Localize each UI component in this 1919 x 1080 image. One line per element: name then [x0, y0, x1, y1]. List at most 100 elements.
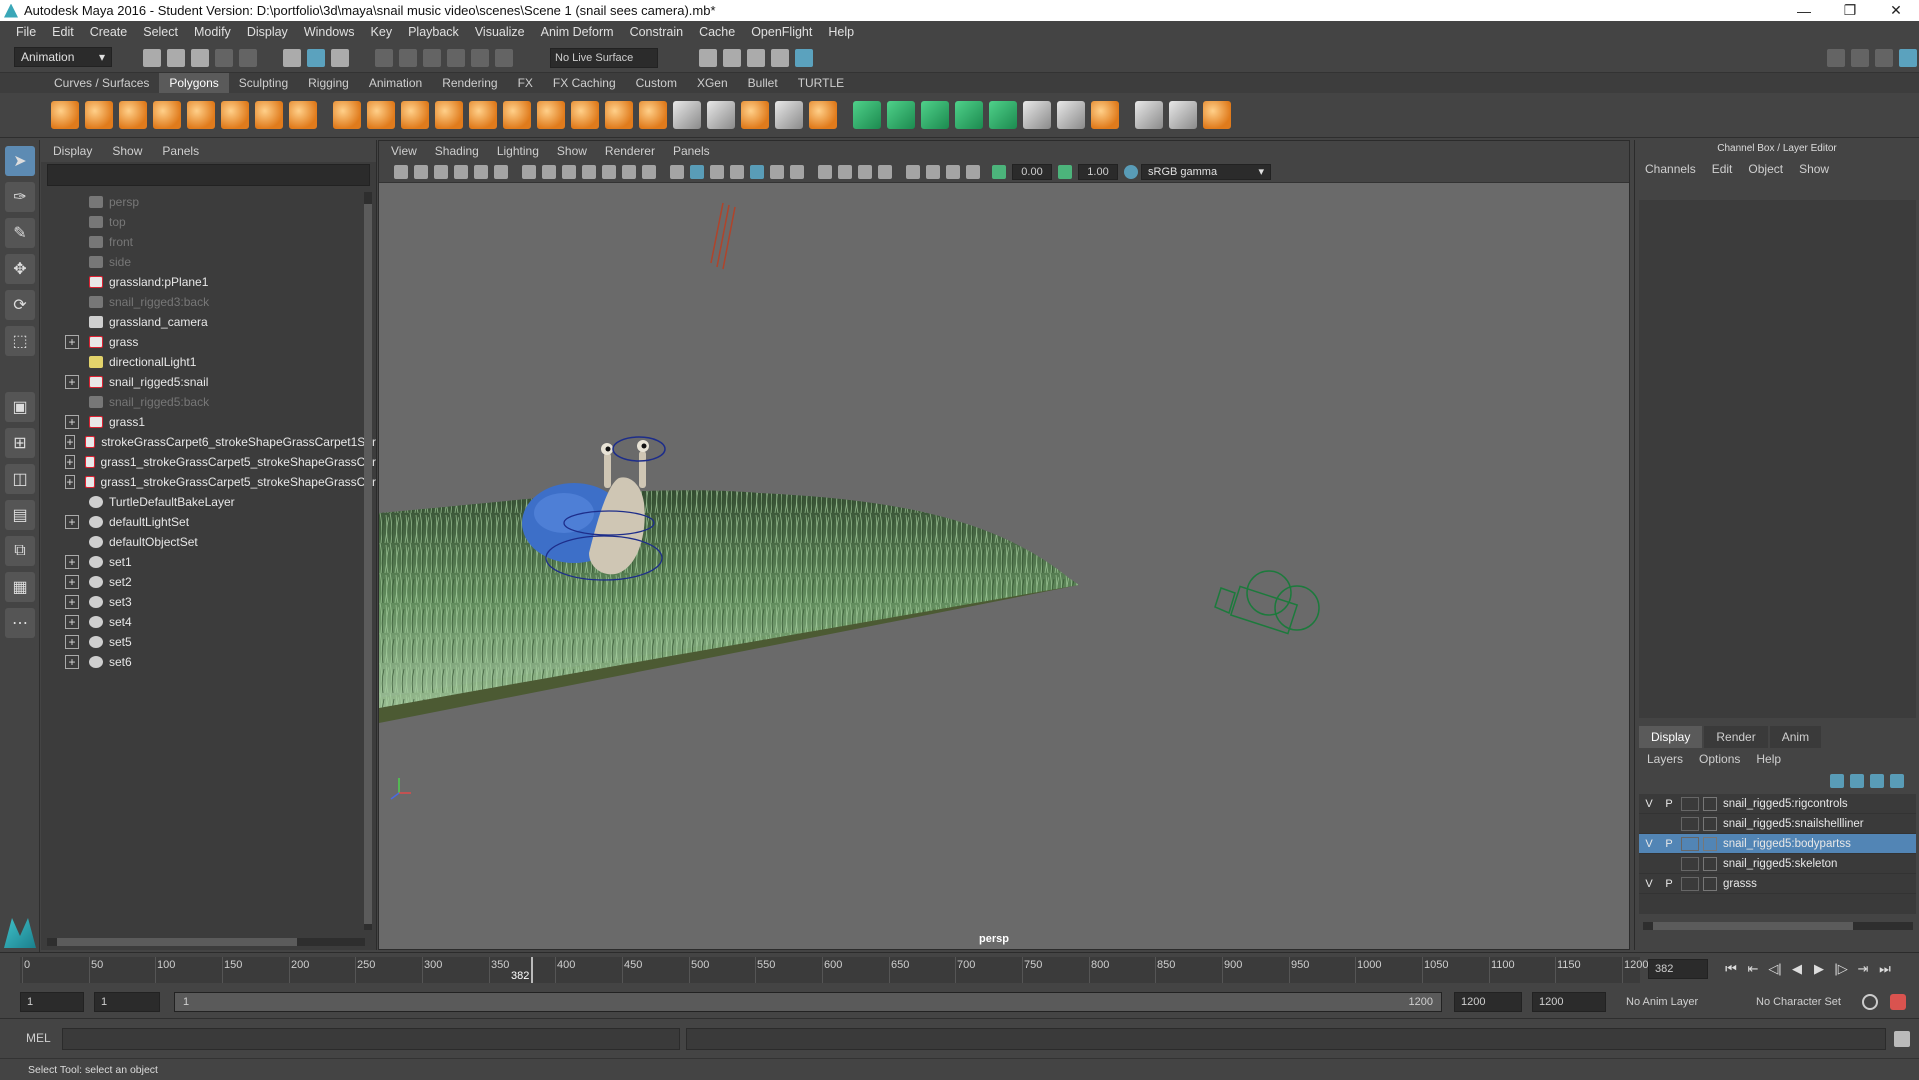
menu-help[interactable]: Help	[820, 25, 862, 39]
viewport-menu-show[interactable]: Show	[557, 144, 587, 158]
persp-graph-layout-icon[interactable]: ▤	[5, 500, 35, 530]
xray-icon[interactable]	[926, 164, 940, 179]
menu-openflight[interactable]: OpenFlight	[743, 25, 820, 39]
shadows-icon[interactable]	[790, 164, 804, 179]
shelf-tab-curves-surfaces[interactable]: Curves / Surfaces	[44, 73, 159, 93]
film-gate-icon[interactable]	[542, 164, 556, 179]
viewport-menu-view[interactable]: View	[391, 144, 417, 158]
shelf-tab-fx-caching[interactable]: FX Caching	[543, 73, 626, 93]
layer-color-swatch[interactable]	[1703, 816, 1717, 831]
anim-start-field[interactable]: 1	[94, 992, 160, 1012]
poly-pyramid-icon[interactable]	[255, 101, 283, 129]
hypershade-layout-icon[interactable]: ⧉	[5, 536, 35, 566]
booleans-icon[interactable]	[469, 101, 497, 129]
layer-playback-toggle[interactable]	[1659, 855, 1679, 873]
undo-icon[interactable]	[215, 49, 233, 67]
layer-display-type-toggle[interactable]	[1681, 836, 1699, 851]
cylindrical-mapping-icon[interactable]	[887, 101, 915, 129]
open-scene-icon[interactable]	[167, 49, 185, 67]
anim-layer-dropdown[interactable]: No Anim Layer	[1620, 992, 1740, 1012]
mirror-icon[interactable]	[503, 101, 531, 129]
uv-editor-icon[interactable]	[1023, 101, 1051, 129]
single-perspective-layout-icon[interactable]: ▣	[5, 392, 35, 422]
extract-icon[interactable]	[401, 101, 429, 129]
outliner-item[interactable]: + defaultLightSet	[41, 512, 376, 532]
poly-cube-icon[interactable]	[85, 101, 113, 129]
textured-icon[interactable]	[750, 164, 764, 179]
layer-row[interactable]: snail_rigged5:skeleton	[1639, 854, 1916, 874]
gamma-icon[interactable]	[1058, 164, 1072, 179]
fill-hole-icon[interactable]	[775, 101, 803, 129]
outliner-item[interactable]: TurtleDefaultBakeLayer	[41, 492, 376, 512]
poly-cylinder-icon[interactable]	[119, 101, 147, 129]
outliner-item[interactable]: top	[41, 212, 376, 232]
resolution-gate-icon[interactable]	[562, 164, 576, 179]
move-tool-icon[interactable]: ✥	[5, 254, 35, 284]
rotate-tool-icon[interactable]: ⟳	[5, 290, 35, 320]
spherical-mapping-icon[interactable]	[921, 101, 949, 129]
go-to-end-icon[interactable]: ⏭	[1874, 959, 1896, 979]
new-layer-icon[interactable]	[1870, 774, 1884, 788]
layer-menu-options[interactable]: Options	[1699, 752, 1740, 766]
anti-aliasing-icon[interactable]	[858, 164, 872, 179]
scene-end-field[interactable]: 1200	[1532, 992, 1606, 1012]
outliner-vertical-scrollbar[interactable]	[364, 192, 372, 930]
new-layer-selected-icon[interactable]	[1890, 774, 1904, 788]
expand-icon[interactable]: +	[65, 375, 79, 389]
layer-color-swatch[interactable]	[1703, 796, 1717, 811]
auto-key-icon[interactable]	[1862, 994, 1878, 1010]
shelf-tab-polygons[interactable]: Polygons	[159, 73, 229, 93]
outliner-item[interactable]: + strokeGrassCarpet6_strokeShapeGrassCarp…	[41, 432, 376, 452]
layer-display-type-toggle[interactable]	[1681, 816, 1699, 831]
maximize-button[interactable]: ❐	[1827, 0, 1873, 21]
outliner-item[interactable]: + grass1	[41, 412, 376, 432]
hypershade-icon[interactable]	[771, 49, 789, 67]
menu-key[interactable]: Key	[363, 25, 401, 39]
layer-row[interactable]: V Pgrasss	[1639, 874, 1916, 894]
quad-draw-icon[interactable]	[1135, 101, 1163, 129]
redo-icon[interactable]	[239, 49, 257, 67]
screen-space-ao-icon[interactable]	[818, 164, 832, 179]
gamma-field[interactable]: 1.00	[1078, 163, 1118, 180]
outliner-menu-display[interactable]: Display	[53, 144, 92, 158]
layer-playback-toggle[interactable]	[1659, 815, 1679, 833]
outliner-item[interactable]: + set3	[41, 592, 376, 612]
shelf-tab-rigging[interactable]: Rigging	[298, 73, 359, 93]
expand-icon[interactable]: +	[65, 615, 79, 629]
snap-together-icon[interactable]	[1091, 101, 1119, 129]
expand-icon[interactable]: +	[65, 435, 76, 449]
menu-visualize[interactable]: Visualize	[467, 25, 533, 39]
select-object-icon[interactable]	[307, 49, 325, 67]
outliner-item[interactable]: + grass1_strokeGrassCarpet5_strokeShapeGr…	[41, 472, 376, 492]
menu-display[interactable]: Display	[239, 25, 296, 39]
render-frame-icon[interactable]	[699, 49, 717, 67]
go-to-start-icon[interactable]: ⏮	[1720, 959, 1742, 979]
expand-icon[interactable]: +	[65, 595, 79, 609]
step-back-frame-icon[interactable]: ◁|	[1764, 959, 1786, 979]
shelf-tab-fx[interactable]: FX	[508, 73, 543, 93]
grid-icon[interactable]	[522, 164, 536, 179]
time-slider-track[interactable]: 0 50 100 150 200 250 300 350 400 450 500 550 600 650 7…	[20, 957, 1648, 983]
outliner-menu-show[interactable]: Show	[112, 144, 142, 158]
layer-menu-layers[interactable]: Layers	[1647, 752, 1683, 766]
step-back-key-icon[interactable]: ⇤	[1742, 959, 1764, 979]
outliner-item[interactable]: side	[41, 252, 376, 272]
isolate-select-icon[interactable]	[906, 164, 920, 179]
layer-row[interactable]: V Psnail_rigged5:bodypartss	[1639, 834, 1916, 854]
outliner-item[interactable]: directionalLight1	[41, 352, 376, 372]
script-editor-icon[interactable]	[1894, 1031, 1910, 1047]
outliner-item[interactable]: defaultObjectSet	[41, 532, 376, 552]
layer-color-swatch[interactable]	[1703, 856, 1717, 871]
viewport-3d-canvas[interactable]: persp	[379, 183, 1629, 949]
outliner-menu-panels[interactable]: Panels	[162, 144, 199, 158]
camera-attributes-icon[interactable]	[414, 164, 428, 179]
viewport-menu-panels[interactable]: Panels	[673, 144, 710, 158]
wireframe-icon[interactable]	[670, 164, 684, 179]
close-button[interactable]: ✕	[1873, 0, 1919, 21]
menu-anim-deform[interactable]: Anim Deform	[533, 25, 622, 39]
image-plane-icon[interactable]	[454, 164, 468, 179]
xray-active-icon[interactable]	[946, 164, 960, 179]
layer-display-type-toggle[interactable]	[1681, 856, 1699, 871]
minimize-button[interactable]: —	[1781, 0, 1827, 21]
expand-icon[interactable]: +	[65, 335, 79, 349]
